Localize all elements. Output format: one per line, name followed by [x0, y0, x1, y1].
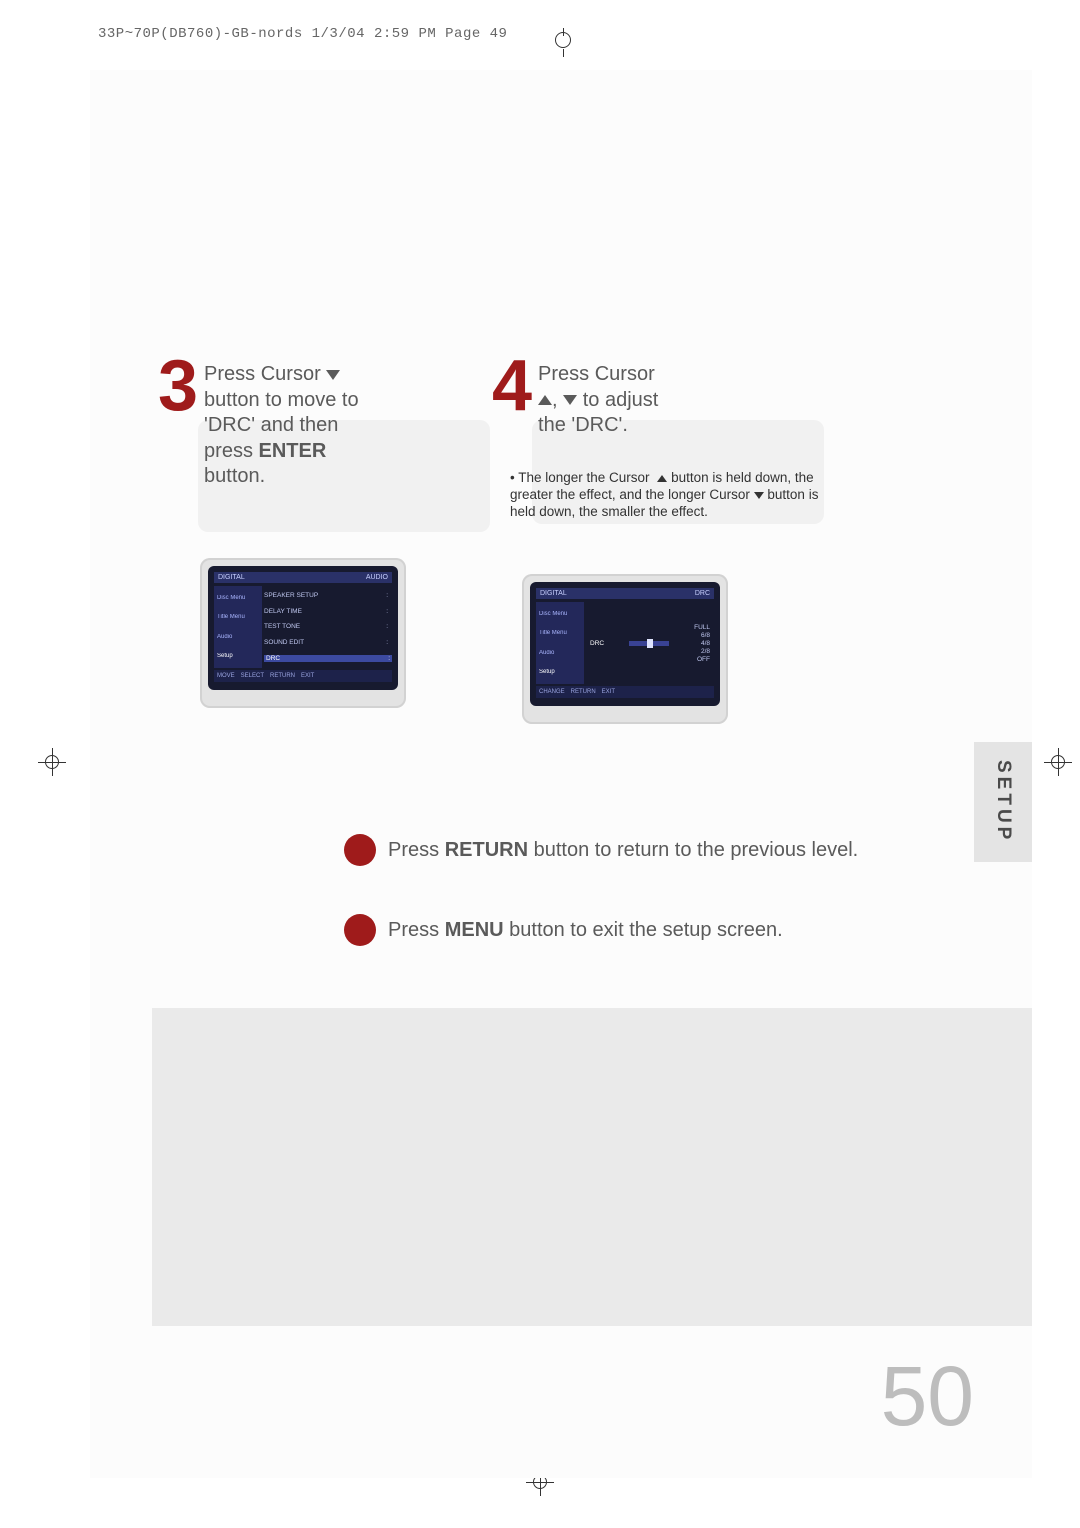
cursor-down-icon [326, 370, 340, 380]
crop-mark-icon [563, 28, 564, 36]
bullet-icon [344, 914, 376, 946]
tv-menu: SPEAKER SETUP: DELAY TIME: TEST TONE: SO… [264, 586, 392, 668]
step-3-block: 3 Press Cursor button to move to 'DRC' a… [158, 360, 458, 490]
tv-header-left: DIGITAL [218, 574, 245, 581]
tv-header-right: DRC [695, 590, 710, 597]
registration-mark-right [1044, 748, 1072, 776]
step-3-text: Press Cursor button to move to 'DRC' and… [204, 360, 359, 490]
page-number: 50 [881, 1348, 974, 1445]
tv-screenshot-3: DIGITAL AUDIO Disc Menu Title Menu Audio… [200, 558, 406, 708]
drc-gauge-icon [629, 641, 669, 646]
section-tab-setup: SETUP [974, 742, 1032, 862]
step-number-3: 3 [158, 354, 198, 419]
registration-mark-left [38, 748, 66, 776]
menu-note: Press MENU button to exit the setup scre… [344, 914, 783, 946]
return-note: Press RETURN button to return to the pre… [344, 834, 858, 866]
cursor-up-icon [538, 395, 552, 405]
tv-footer: CHANGE RETURN EXIT [536, 686, 714, 698]
step-number-4: 4 [492, 354, 532, 419]
tv-header-left: DIGITAL [540, 590, 567, 597]
tv-footer: MOVE SELECT RETURN EXIT [214, 670, 392, 682]
cursor-down-icon [754, 492, 764, 499]
tv-sidebar: Disc Menu Title Menu Audio Setup [214, 586, 262, 668]
print-header: 33P~70P(DB760)-GB-nords 1/3/04 2:59 PM P… [98, 26, 507, 42]
step-4-text: Press Cursor , to adjust the 'DRC'. [538, 360, 658, 439]
content-area: 3 Press Cursor button to move to 'DRC' a… [90, 70, 1032, 1478]
tv-drc-panel: DRC FULL 6/8 4/8 2/8 OFF [586, 602, 714, 684]
step-4-block: 4 Press Cursor , to adjust the 'DRC'. [492, 360, 792, 439]
bullet-icon [344, 834, 376, 866]
tv-screenshot-4: DIGITAL DRC Disc Menu Title Menu Audio S… [522, 574, 728, 724]
bottom-band [152, 1008, 1032, 1326]
step-4-note: • The longer the Cursor button is held d… [510, 470, 820, 521]
cursor-up-icon [657, 475, 667, 482]
crop-mark-icon [563, 49, 564, 57]
tv-header-right: AUDIO [366, 574, 388, 581]
manual-page: 33P~70P(DB760)-GB-nords 1/3/04 2:59 PM P… [0, 0, 1080, 1528]
cursor-down-icon [563, 395, 577, 405]
tv-sidebar: Disc Menu Title Menu Audio Setup [536, 602, 584, 684]
